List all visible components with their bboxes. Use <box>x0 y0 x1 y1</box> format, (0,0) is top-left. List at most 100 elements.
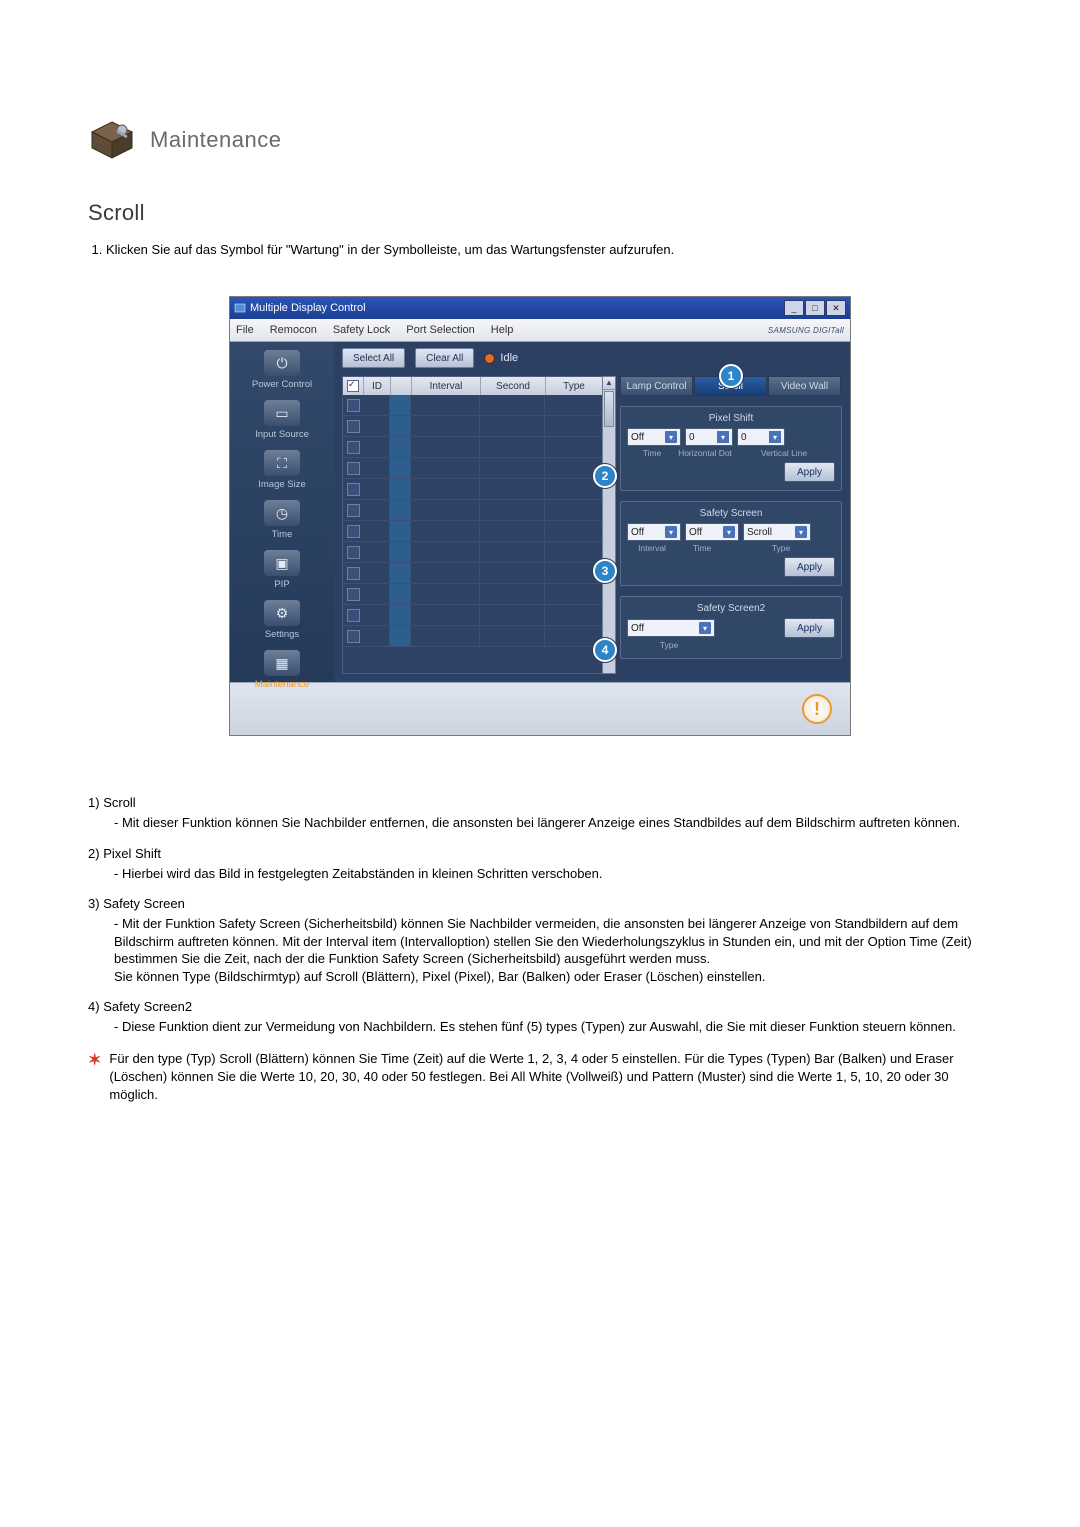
table-row[interactable] <box>343 584 603 605</box>
chevron-down-icon: ▾ <box>769 431 781 443</box>
settings-icon: ⚙ <box>264 600 300 626</box>
tab-video-wall[interactable]: Video Wall <box>768 376 841 396</box>
grid-header-check[interactable]: ✓ <box>343 377 364 395</box>
table-row[interactable] <box>343 437 603 458</box>
panel-safety-screen2: Safety Screen2 Off▾ Apply Type 4 <box>620 596 842 659</box>
panel-pixel-shift: Pixel Shift Off▾ 0▾ 0▾ Time Horizontal D… <box>620 406 842 491</box>
scroll-up-icon[interactable]: ▲ <box>603 377 615 390</box>
label-time2: Time <box>677 543 727 553</box>
table-row[interactable] <box>343 479 603 500</box>
pixel-shift-hdot[interactable]: 0▾ <box>685 428 733 446</box>
explanation-item-2: 2) Pixel Shift - Hierbei wird das Bild i… <box>88 846 992 883</box>
power-icon: ⏻ <box>264 350 300 376</box>
star-icon: ✶ <box>88 1050 101 1105</box>
callout-4: 4 <box>593 638 617 662</box>
apply-button-safety-screen[interactable]: Apply <box>784 557 835 577</box>
label-hdot: Horizontal Dot <box>677 448 733 458</box>
idle-label: Idle <box>500 352 518 364</box>
app-window: Multiple Display Control _ □ ✕ File Remo… <box>230 297 850 735</box>
sidebar-item-input-source[interactable]: ▭Input Source <box>234 400 330 440</box>
pip-icon: ▣ <box>264 550 300 576</box>
sidebar-item-maintenance[interactable]: ▦Maintenance <box>234 650 330 690</box>
sidebar: ⏻Power Control ▭Input Source ⛶Image Size… <box>230 342 334 682</box>
select-all-button[interactable]: Select All <box>342 348 405 368</box>
table-row[interactable] <box>343 626 603 647</box>
apply-button-pixel-shift[interactable]: Apply <box>784 462 835 482</box>
explanation-item-4: 4) Safety Screen2 - Diese Funktion dient… <box>88 999 992 1036</box>
panel-title-safety-screen2: Safety Screen2 <box>627 603 835 614</box>
maximize-button[interactable]: □ <box>805 300 825 316</box>
table-row[interactable] <box>343 458 603 479</box>
safety-screen2-onoff[interactable]: Off▾ <box>627 619 715 637</box>
device-grid: ✓ ID Interval Second Type <box>342 376 604 674</box>
app-icon <box>234 302 246 314</box>
menu-file[interactable]: File <box>236 324 254 336</box>
pixel-shift-onoff[interactable]: Off▾ <box>627 428 681 446</box>
image-size-icon: ⛶ <box>264 450 300 476</box>
sidebar-item-time[interactable]: ◷Time <box>234 500 330 540</box>
safety-screen-onoff[interactable]: Off▾ <box>627 523 681 541</box>
grid-header-interval[interactable]: Interval <box>412 377 481 395</box>
close-button[interactable]: ✕ <box>826 300 846 316</box>
grid-header: ✓ ID Interval Second Type <box>343 377 603 395</box>
sidebar-item-settings[interactable]: ⚙Settings <box>234 600 330 640</box>
table-row[interactable] <box>343 563 603 584</box>
grid-header-second[interactable]: Second <box>481 377 546 395</box>
minimize-button[interactable]: _ <box>784 300 804 316</box>
sidebar-item-image-size[interactable]: ⛶Image Size <box>234 450 330 490</box>
table-row[interactable] <box>343 521 603 542</box>
menu-remocon[interactable]: Remocon <box>270 324 317 336</box>
chevron-down-icon: ▾ <box>665 526 677 538</box>
tab-lamp-control[interactable]: Lamp Control <box>620 376 693 396</box>
table-row[interactable] <box>343 605 603 626</box>
chevron-down-icon: ▾ <box>717 431 729 443</box>
label-type: Type <box>727 543 835 553</box>
chevron-down-icon: ▾ <box>699 622 711 634</box>
menu-help[interactable]: Help <box>491 324 514 336</box>
maintenance-side-icon: ▦ <box>264 650 300 676</box>
sidebar-item-power-control[interactable]: ⏻Power Control <box>234 350 330 390</box>
chevron-down-icon: ▾ <box>795 526 807 538</box>
explanation-list: 1) Scroll - Mit dieser Funktion können S… <box>88 795 992 1036</box>
grid-header-id[interactable]: ID <box>364 377 391 395</box>
label-interval: Interval <box>627 543 677 553</box>
grid-header-status-icon[interactable] <box>391 377 412 395</box>
grid-header-type[interactable]: Type <box>546 377 603 395</box>
grid-scrollbar[interactable]: ▲ <box>602 376 616 674</box>
callout-1: 1 <box>719 364 743 388</box>
intro-steps: Klicken Sie auf das Symbol für "Wartung"… <box>88 242 992 257</box>
toolbar: Select All Clear All Idle <box>334 342 850 372</box>
chevron-down-icon: ▾ <box>723 526 735 538</box>
callout-2: 2 <box>593 464 617 488</box>
brand-label: SAMSUNG DIGITall <box>768 326 844 335</box>
scroll-thumb[interactable] <box>604 391 614 427</box>
menubar: File Remocon Safety Lock Port Selection … <box>230 319 850 342</box>
header-title: Maintenance <box>150 127 281 153</box>
table-row[interactable] <box>343 416 603 437</box>
apply-button-safety-screen2[interactable]: Apply <box>784 618 835 638</box>
explanation-item-3: 3) Safety Screen - Mit der Funktion Safe… <box>88 896 992 985</box>
footnote-text: Für den type (Typ) Scroll (Blättern) kön… <box>109 1050 992 1105</box>
time-icon: ◷ <box>264 500 300 526</box>
titlebar: Multiple Display Control _ □ ✕ <box>230 297 850 319</box>
safety-screen-type[interactable]: Scroll▾ <box>743 523 811 541</box>
safety-screen-interval[interactable]: Off▾ <box>685 523 739 541</box>
table-row[interactable] <box>343 542 603 563</box>
sidebar-item-pip[interactable]: ▣PIP <box>234 550 330 590</box>
table-row[interactable] <box>343 500 603 521</box>
warning-icon: ! <box>802 694 832 724</box>
clear-all-button[interactable]: Clear All <box>415 348 474 368</box>
idle-indicator: Idle <box>484 352 518 364</box>
panel-title-safety-screen: Safety Screen <box>627 508 835 519</box>
menu-safety-lock[interactable]: Safety Lock <box>333 324 390 336</box>
page-header: Maintenance <box>88 120 992 160</box>
menu-port-selection[interactable]: Port Selection <box>406 324 474 336</box>
pixel-shift-vline[interactable]: 0▾ <box>737 428 785 446</box>
explanation-item-1: 1) Scroll - Mit dieser Funktion können S… <box>88 795 992 832</box>
window-title: Multiple Display Control <box>250 302 366 314</box>
callout-3: 3 <box>593 559 617 583</box>
table-row[interactable] <box>343 395 603 416</box>
panel-title-pixel-shift: Pixel Shift <box>627 413 835 424</box>
chevron-down-icon: ▾ <box>665 431 677 443</box>
maintenance-icon <box>88 120 136 160</box>
